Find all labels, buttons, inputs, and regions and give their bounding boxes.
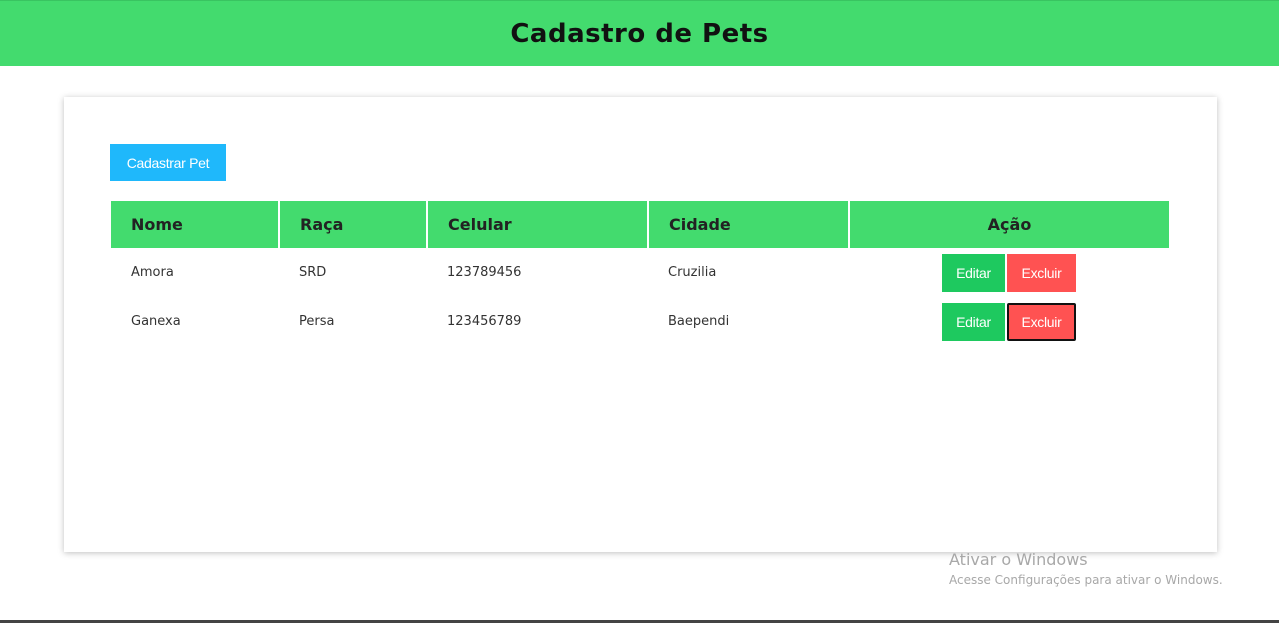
cell-acao: Editar Excluir [849, 297, 1169, 346]
cell-acao: Editar Excluir [849, 248, 1169, 297]
app-window: Cadastro de Pets Cadastrar Pet Nome Raça… [0, 0, 1279, 623]
cell-cidade: Baependi [668, 314, 730, 329]
windows-activation-watermark: Ativar o Windows Acesse Configurações pa… [949, 549, 1223, 589]
pets-table: Nome Raça Celular Cidade Ação Amora SRD … [111, 201, 1169, 346]
delete-button[interactable]: Excluir [1007, 253, 1076, 292]
watermark-title: Ativar o Windows [949, 550, 1088, 569]
page-header: Cadastro de Pets [0, 0, 1279, 66]
table-body: Amora SRD 123789456 Cruzilia Editar Exclu… [111, 248, 1169, 346]
column-header-raca: Raça [279, 201, 428, 248]
column-header-cidade: Cidade [648, 201, 850, 248]
table-header: Nome Raça Celular Cidade Ação [111, 201, 1169, 248]
cell-raca: Persa [299, 314, 335, 329]
watermark-subtitle: Acesse Configurações para ativar o Windo… [949, 573, 1223, 587]
column-header-celular: Celular [427, 201, 649, 248]
table-row: Amora SRD 123789456 Cruzilia Editar Exclu… [111, 248, 1169, 297]
cell-raca: SRD [299, 265, 327, 280]
edit-button[interactable]: Editar [942, 302, 1005, 341]
cell-nome: Amora [131, 265, 174, 280]
table-row: Ganexa Persa 123456789 Baependi Editar Ex… [111, 297, 1169, 346]
content-card: Cadastrar Pet Nome Raça Celular Cidade A… [64, 97, 1217, 552]
delete-button[interactable]: Excluir [1007, 302, 1076, 341]
table-header-row: Nome Raça Celular Cidade Ação [111, 201, 1169, 248]
cell-celular: 123456789 [447, 314, 522, 329]
page-title: Cadastro de Pets [510, 18, 769, 49]
edit-button[interactable]: Editar [942, 253, 1005, 292]
add-pet-button[interactable]: Cadastrar Pet [110, 144, 226, 181]
cell-nome: Ganexa [131, 314, 181, 329]
column-header-nome: Nome [111, 201, 280, 248]
column-header-acao: Ação [849, 201, 1169, 248]
cell-cidade: Cruzilia [668, 265, 717, 280]
cell-celular: 123789456 [447, 265, 522, 280]
